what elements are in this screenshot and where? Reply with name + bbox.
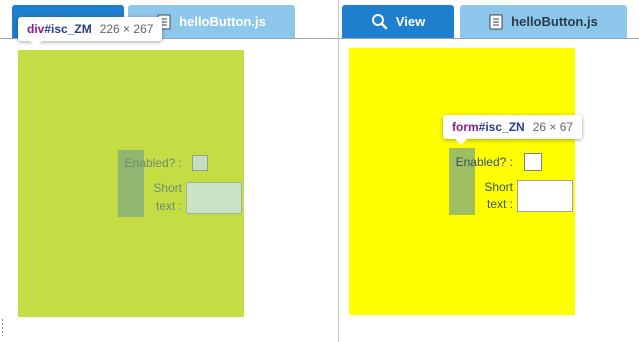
element-tooltip: div#isc_ZM 226 × 267 bbox=[18, 17, 163, 47]
short-label-line1: Short bbox=[484, 180, 513, 194]
tab-view[interactable]: View bbox=[342, 5, 454, 38]
enabled-label: Enabled? : bbox=[124, 156, 182, 170]
short-text-input[interactable] bbox=[517, 180, 573, 212]
left-preview-pane: helloButton.js Enabled? : Short text : d… bbox=[0, 0, 338, 342]
isc-zm-div[interactable]: Enabled? : Short text : bbox=[349, 48, 575, 315]
element-tooltip: form#isc_ZN 26 × 67 bbox=[443, 115, 583, 145]
tab-divider bbox=[339, 38, 639, 39]
short-label-line1: Short bbox=[153, 181, 182, 195]
right-preview-pane: View helloButton.js Enabled? : Short tex… bbox=[339, 0, 639, 342]
resize-grip[interactable] bbox=[1, 318, 4, 336]
tooltip-size: 226 × 267 bbox=[99, 22, 154, 36]
short-label-line2: text : bbox=[486, 197, 513, 211]
enabled-checkbox[interactable] bbox=[524, 153, 542, 171]
tab-hellobutton-js[interactable]: helloButton.js bbox=[460, 5, 627, 38]
short-label-line2: text : bbox=[155, 199, 182, 213]
file-icon bbox=[489, 14, 503, 30]
short-text-input[interactable] bbox=[186, 182, 242, 214]
isc-zm-div[interactable]: Enabled? : Short text : bbox=[18, 50, 244, 317]
tooltip-size: 26 × 67 bbox=[532, 120, 574, 134]
enabled-checkbox[interactable] bbox=[192, 155, 208, 171]
search-icon bbox=[371, 13, 388, 30]
enabled-label: Enabled? : bbox=[455, 155, 513, 169]
